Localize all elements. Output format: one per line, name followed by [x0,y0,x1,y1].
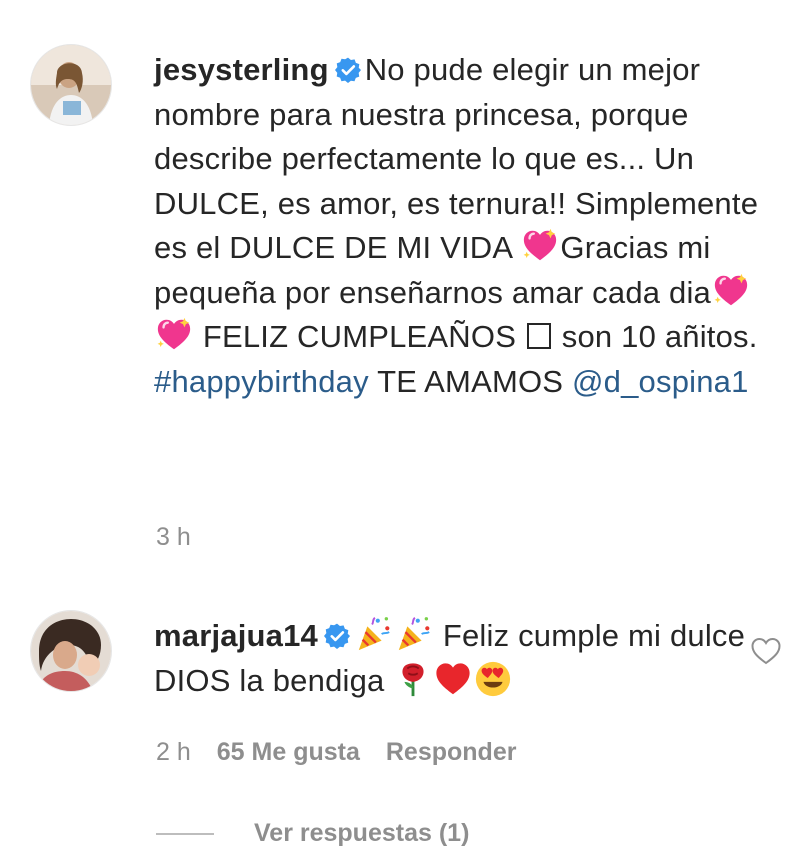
view-replies-button[interactable]: Ver respuestas (1) [156,819,469,848]
mention-link[interactable]: @d_ospina1 [572,364,749,399]
heart-eyes-emoji [474,660,512,698]
comment-username[interactable]: marjajua14 [154,618,318,653]
avatar[interactable] [30,44,112,126]
party-popper-emoji [355,615,393,653]
likes-count[interactable]: 65 Me gusta [217,738,360,767]
party-popper-emoji [395,615,433,653]
red-heart-emoji [434,660,472,698]
comment-text-part: FELIZ CUMPLEAÑOS [202,319,517,354]
view-replies-label: Ver respuestas (1) [254,819,470,847]
comment-text-part: son 10 añitos. [561,319,758,354]
hashtag-link[interactable]: #happybirthday [154,364,369,399]
verified-badge-icon [324,623,350,649]
avatar[interactable] [30,610,112,692]
missing-glyph-icon [526,323,551,349]
sparkling-heart-emoji [712,272,750,310]
comment-meta: 2 h 65 Me gusta Responder [156,738,516,767]
verified-badge-icon [335,57,361,83]
reply-button[interactable]: Responder [386,738,517,767]
comment-text: marjajua14 Feliz cumple mi dulce DIOS la… [154,614,784,703]
comment-text-part: TE AMAMOS [377,363,564,399]
comment-username[interactable]: jesysterling [154,52,329,87]
comment-time[interactable]: 3 h [156,523,191,552]
comment-meta: 3 h [156,523,191,552]
replies-divider [156,832,214,835]
comment-time[interactable]: 2 h [156,738,191,767]
comment-text: jesysterling No pude elegir un mejor nomb… [154,48,784,404]
sparkling-heart-emoji [155,316,193,354]
sparkling-heart-emoji [521,227,559,265]
rose-emoji [394,660,432,698]
heart-outline-icon[interactable] [750,636,782,666]
